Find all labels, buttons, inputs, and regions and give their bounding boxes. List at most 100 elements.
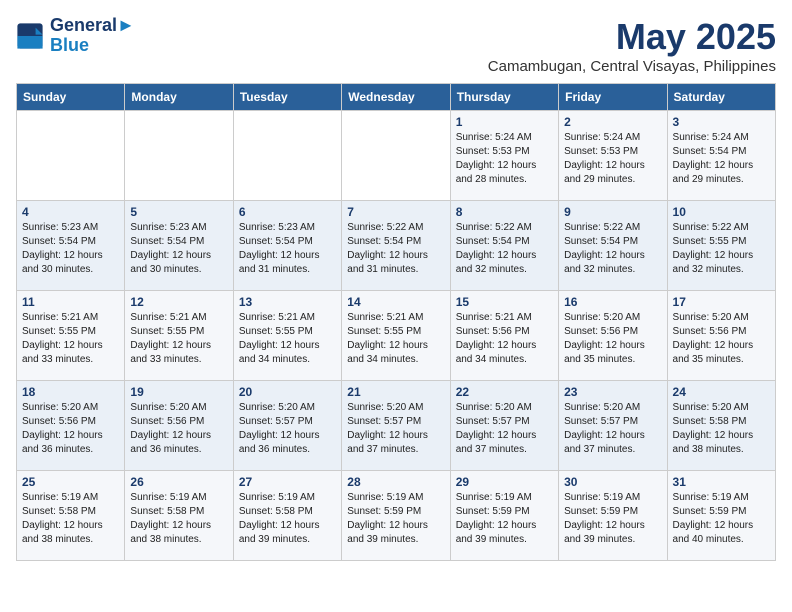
calendar-cell: 7 Sunrise: 5:22 AMSunset: 5:54 PMDayligh… (342, 201, 450, 291)
logo-text: General► Blue (50, 16, 135, 56)
calendar-cell: 31 Sunrise: 5:19 AMSunset: 5:59 PMDaylig… (667, 471, 775, 561)
day-info: Sunrise: 5:20 AMSunset: 5:57 PMDaylight:… (347, 401, 444, 457)
calendar-cell: 21 Sunrise: 5:20 AMSunset: 5:57 PMDaylig… (342, 381, 450, 471)
calendar-cell: 10 Sunrise: 5:22 AMSunset: 5:55 PMDaylig… (667, 201, 775, 291)
day-info: Sunrise: 5:24 AMSunset: 5:53 PMDaylight:… (456, 131, 553, 187)
weekday-header-thursday: Thursday (450, 84, 558, 111)
weekday-row: SundayMondayTuesdayWednesdayThursdayFrid… (17, 84, 776, 111)
day-number: 19 (130, 385, 227, 399)
day-number: 23 (564, 385, 661, 399)
day-info: Sunrise: 5:20 AMSunset: 5:56 PMDaylight:… (564, 311, 661, 367)
day-number: 18 (22, 385, 119, 399)
weekday-header-wednesday: Wednesday (342, 84, 450, 111)
day-info: Sunrise: 5:21 AMSunset: 5:55 PMDaylight:… (130, 311, 227, 367)
day-number: 4 (22, 205, 119, 219)
calendar-week-4: 25 Sunrise: 5:19 AMSunset: 5:58 PMDaylig… (17, 471, 776, 561)
calendar-week-1: 4 Sunrise: 5:23 AMSunset: 5:54 PMDayligh… (17, 201, 776, 291)
day-number: 11 (22, 295, 119, 309)
calendar-cell: 17 Sunrise: 5:20 AMSunset: 5:56 PMDaylig… (667, 291, 775, 381)
day-info: Sunrise: 5:20 AMSunset: 5:58 PMDaylight:… (673, 401, 770, 457)
day-info: Sunrise: 5:19 AMSunset: 5:59 PMDaylight:… (456, 491, 553, 547)
day-number: 31 (673, 475, 770, 489)
day-info: Sunrise: 5:19 AMSunset: 5:58 PMDaylight:… (130, 491, 227, 547)
day-number: 15 (456, 295, 553, 309)
day-number: 16 (564, 295, 661, 309)
day-number: 14 (347, 295, 444, 309)
calendar-cell (125, 111, 233, 201)
day-number: 3 (673, 115, 770, 129)
calendar-cell: 14 Sunrise: 5:21 AMSunset: 5:55 PMDaylig… (342, 291, 450, 381)
calendar-body: 1 Sunrise: 5:24 AMSunset: 5:53 PMDayligh… (17, 111, 776, 561)
calendar-cell: 8 Sunrise: 5:22 AMSunset: 5:54 PMDayligh… (450, 201, 558, 291)
weekday-header-tuesday: Tuesday (233, 84, 341, 111)
day-info: Sunrise: 5:21 AMSunset: 5:55 PMDaylight:… (239, 311, 336, 367)
day-info: Sunrise: 5:19 AMSunset: 5:59 PMDaylight:… (673, 491, 770, 547)
day-info: Sunrise: 5:23 AMSunset: 5:54 PMDaylight:… (239, 221, 336, 277)
calendar-cell: 24 Sunrise: 5:20 AMSunset: 5:58 PMDaylig… (667, 381, 775, 471)
day-number: 17 (673, 295, 770, 309)
calendar-cell: 9 Sunrise: 5:22 AMSunset: 5:54 PMDayligh… (559, 201, 667, 291)
day-info: Sunrise: 5:24 AMSunset: 5:54 PMDaylight:… (673, 131, 770, 187)
day-info: Sunrise: 5:19 AMSunset: 5:59 PMDaylight:… (564, 491, 661, 547)
calendar-cell: 26 Sunrise: 5:19 AMSunset: 5:58 PMDaylig… (125, 471, 233, 561)
day-info: Sunrise: 5:20 AMSunset: 5:57 PMDaylight:… (564, 401, 661, 457)
day-info: Sunrise: 5:20 AMSunset: 5:57 PMDaylight:… (239, 401, 336, 457)
calendar-cell: 12 Sunrise: 5:21 AMSunset: 5:55 PMDaylig… (125, 291, 233, 381)
calendar-cell: 16 Sunrise: 5:20 AMSunset: 5:56 PMDaylig… (559, 291, 667, 381)
day-info: Sunrise: 5:22 AMSunset: 5:55 PMDaylight:… (673, 221, 770, 277)
location-title: Camambugan, Central Visayas, Philippines (488, 58, 776, 75)
day-info: Sunrise: 5:23 AMSunset: 5:54 PMDaylight:… (22, 221, 119, 277)
day-number: 2 (564, 115, 661, 129)
calendar-cell: 11 Sunrise: 5:21 AMSunset: 5:55 PMDaylig… (17, 291, 125, 381)
day-info: Sunrise: 5:20 AMSunset: 5:56 PMDaylight:… (130, 401, 227, 457)
day-info: Sunrise: 5:23 AMSunset: 5:54 PMDaylight:… (130, 221, 227, 277)
weekday-header-friday: Friday (559, 84, 667, 111)
month-title: May 2025 (488, 16, 776, 58)
header: General► Blue May 2025 Camambugan, Centr… (16, 16, 776, 75)
day-number: 1 (456, 115, 553, 129)
calendar-cell: 19 Sunrise: 5:20 AMSunset: 5:56 PMDaylig… (125, 381, 233, 471)
calendar-week-0: 1 Sunrise: 5:24 AMSunset: 5:53 PMDayligh… (17, 111, 776, 201)
day-info: Sunrise: 5:19 AMSunset: 5:58 PMDaylight:… (22, 491, 119, 547)
calendar-cell (17, 111, 125, 201)
calendar-cell: 27 Sunrise: 5:19 AMSunset: 5:58 PMDaylig… (233, 471, 341, 561)
calendar-cell: 2 Sunrise: 5:24 AMSunset: 5:53 PMDayligh… (559, 111, 667, 201)
logo: General► Blue (16, 16, 135, 56)
calendar-cell: 4 Sunrise: 5:23 AMSunset: 5:54 PMDayligh… (17, 201, 125, 291)
calendar-cell: 1 Sunrise: 5:24 AMSunset: 5:53 PMDayligh… (450, 111, 558, 201)
calendar-header: SundayMondayTuesdayWednesdayThursdayFrid… (17, 84, 776, 111)
day-number: 25 (22, 475, 119, 489)
title-area: May 2025 Camambugan, Central Visayas, Ph… (488, 16, 776, 75)
calendar-week-2: 11 Sunrise: 5:21 AMSunset: 5:55 PMDaylig… (17, 291, 776, 381)
day-info: Sunrise: 5:20 AMSunset: 5:56 PMDaylight:… (673, 311, 770, 367)
calendar-cell (342, 111, 450, 201)
calendar-cell: 29 Sunrise: 5:19 AMSunset: 5:59 PMDaylig… (450, 471, 558, 561)
calendar-cell: 30 Sunrise: 5:19 AMSunset: 5:59 PMDaylig… (559, 471, 667, 561)
calendar-cell: 22 Sunrise: 5:20 AMSunset: 5:57 PMDaylig… (450, 381, 558, 471)
day-number: 12 (130, 295, 227, 309)
calendar-table: SundayMondayTuesdayWednesdayThursdayFrid… (16, 83, 776, 561)
day-info: Sunrise: 5:19 AMSunset: 5:58 PMDaylight:… (239, 491, 336, 547)
day-number: 30 (564, 475, 661, 489)
day-info: Sunrise: 5:22 AMSunset: 5:54 PMDaylight:… (564, 221, 661, 277)
day-number: 5 (130, 205, 227, 219)
calendar-cell: 25 Sunrise: 5:19 AMSunset: 5:58 PMDaylig… (17, 471, 125, 561)
day-number: 10 (673, 205, 770, 219)
weekday-header-saturday: Saturday (667, 84, 775, 111)
calendar-cell: 5 Sunrise: 5:23 AMSunset: 5:54 PMDayligh… (125, 201, 233, 291)
day-number: 27 (239, 475, 336, 489)
day-number: 29 (456, 475, 553, 489)
day-number: 24 (673, 385, 770, 399)
calendar-cell: 20 Sunrise: 5:20 AMSunset: 5:57 PMDaylig… (233, 381, 341, 471)
day-number: 28 (347, 475, 444, 489)
day-number: 6 (239, 205, 336, 219)
day-number: 13 (239, 295, 336, 309)
calendar-cell: 3 Sunrise: 5:24 AMSunset: 5:54 PMDayligh… (667, 111, 775, 201)
calendar-cell: 6 Sunrise: 5:23 AMSunset: 5:54 PMDayligh… (233, 201, 341, 291)
day-info: Sunrise: 5:20 AMSunset: 5:57 PMDaylight:… (456, 401, 553, 457)
day-info: Sunrise: 5:21 AMSunset: 5:55 PMDaylight:… (22, 311, 119, 367)
calendar-cell: 15 Sunrise: 5:21 AMSunset: 5:56 PMDaylig… (450, 291, 558, 381)
calendar-week-3: 18 Sunrise: 5:20 AMSunset: 5:56 PMDaylig… (17, 381, 776, 471)
calendar-cell: 23 Sunrise: 5:20 AMSunset: 5:57 PMDaylig… (559, 381, 667, 471)
calendar-cell: 28 Sunrise: 5:19 AMSunset: 5:59 PMDaylig… (342, 471, 450, 561)
